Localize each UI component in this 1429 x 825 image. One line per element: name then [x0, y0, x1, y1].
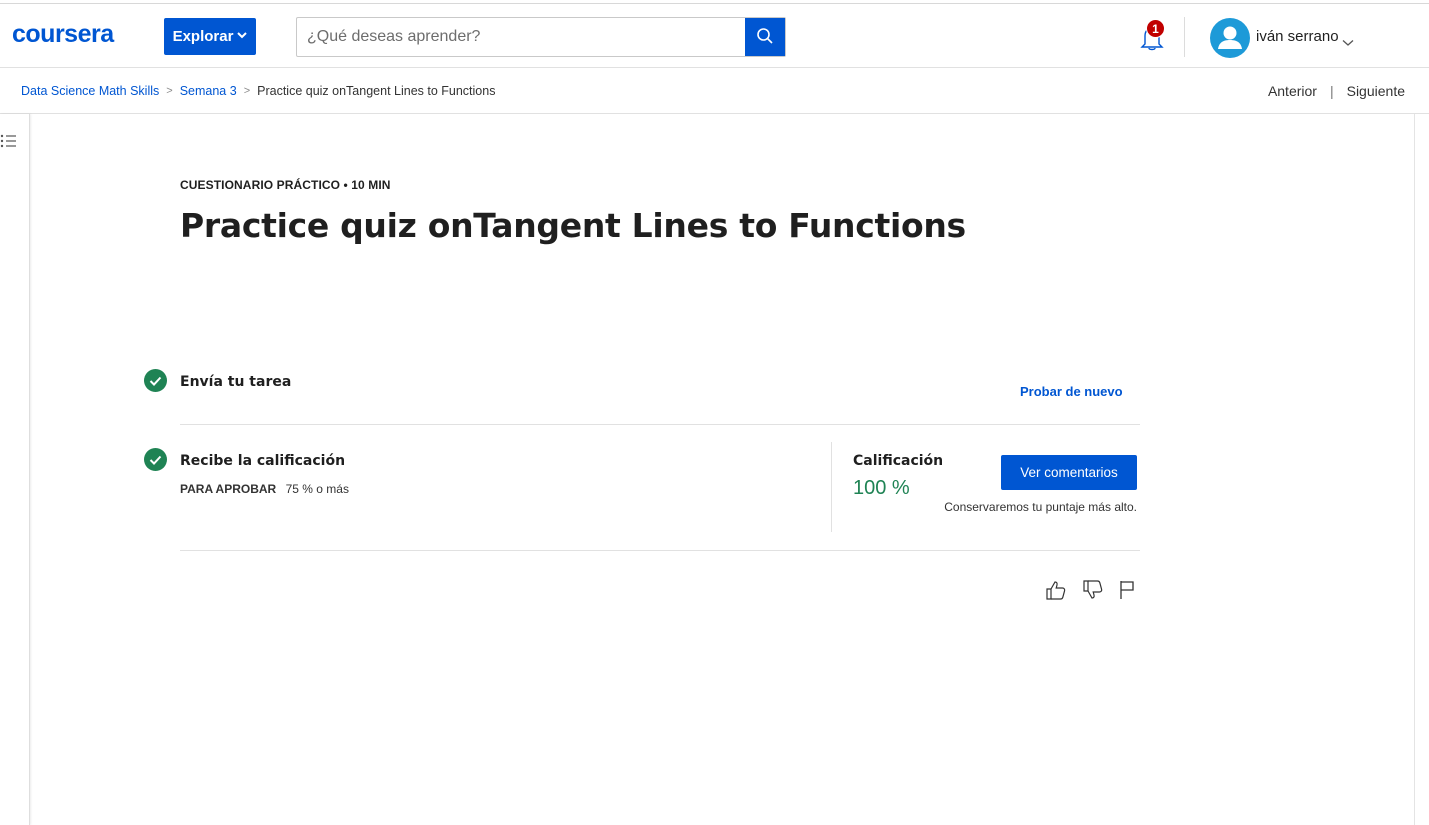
flag-icon[interactable] [1117, 578, 1141, 602]
chevron-right-icon: > [166, 85, 173, 97]
pass-requirement: PARA APROBAR 75 % o más [180, 482, 349, 496]
pass-label: PARA APROBAR [180, 482, 277, 496]
search-icon [756, 27, 774, 48]
check-icon [144, 448, 167, 471]
search-button[interactable] [745, 18, 785, 56]
avatar-icon [1218, 26, 1242, 49]
breadcrumb-course[interactable]: Data Science Math Skills [21, 84, 159, 98]
breadcrumb-current: Practice quiz onTangent Lines to Functio… [257, 84, 496, 98]
username[interactable]: iván serrano [1256, 28, 1339, 45]
breadcrumb: Data Science Math Skills > Semana 3 > Pr… [21, 84, 495, 98]
grade-label: Calificación [853, 453, 944, 469]
coursera-logo[interactable]: coursera [12, 20, 114, 49]
divider [180, 424, 1140, 425]
menu-list-icon[interactable] [0, 132, 18, 154]
notification-badge: 1 [1146, 19, 1165, 38]
page-title: Practice quiz onTangent Lines to Functio… [180, 206, 966, 245]
quiz-kicker: CUESTIONARIO PRÁCTICO • 10 MIN [180, 178, 391, 192]
thumbs-up-icon[interactable] [1044, 578, 1068, 602]
grade-value: 100 % [853, 477, 910, 499]
search-bar [296, 17, 786, 57]
breadcrumb-week[interactable]: Semana 3 [180, 84, 237, 98]
retry-link[interactable]: Probar de nuevo [1020, 384, 1123, 399]
view-feedback-button[interactable]: Ver comentarios [1001, 455, 1137, 490]
check-icon [144, 369, 167, 392]
chevron-down-icon[interactable] [1342, 32, 1354, 51]
previous-link[interactable]: Anterior [1268, 83, 1317, 99]
explore-button[interactable]: Explorar [164, 18, 256, 55]
course-sidebar-collapsed [0, 114, 30, 825]
nav-divider: | [1329, 83, 1334, 99]
grade-divider [831, 442, 832, 532]
divider [180, 550, 1140, 551]
next-link[interactable]: Siguiente [1347, 83, 1405, 99]
chevron-right-icon: > [243, 85, 251, 97]
breadcrumb-bar: Data Science Math Skills > Semana 3 > Pr… [0, 69, 1429, 114]
pass-value: 75 % o más [285, 482, 349, 496]
prev-next-nav: Anterior | Siguiente [1268, 83, 1405, 99]
content-right-border [1414, 114, 1415, 825]
explore-label: Explorar [172, 28, 234, 45]
chevron-down-icon [237, 31, 248, 42]
thumbs-down-icon[interactable] [1081, 578, 1105, 602]
top-nav: coursera Explorar 1 iván serrano [0, 4, 1429, 68]
avatar[interactable] [1210, 18, 1250, 58]
step-grade-title: Recibe la calificación [180, 453, 346, 469]
search-input[interactable] [297, 18, 745, 56]
keep-highest-note: Conservaremos tu puntaje más alto. [944, 500, 1137, 514]
header-divider [1184, 17, 1185, 57]
step-submit-title: Envía tu tarea [180, 374, 292, 390]
